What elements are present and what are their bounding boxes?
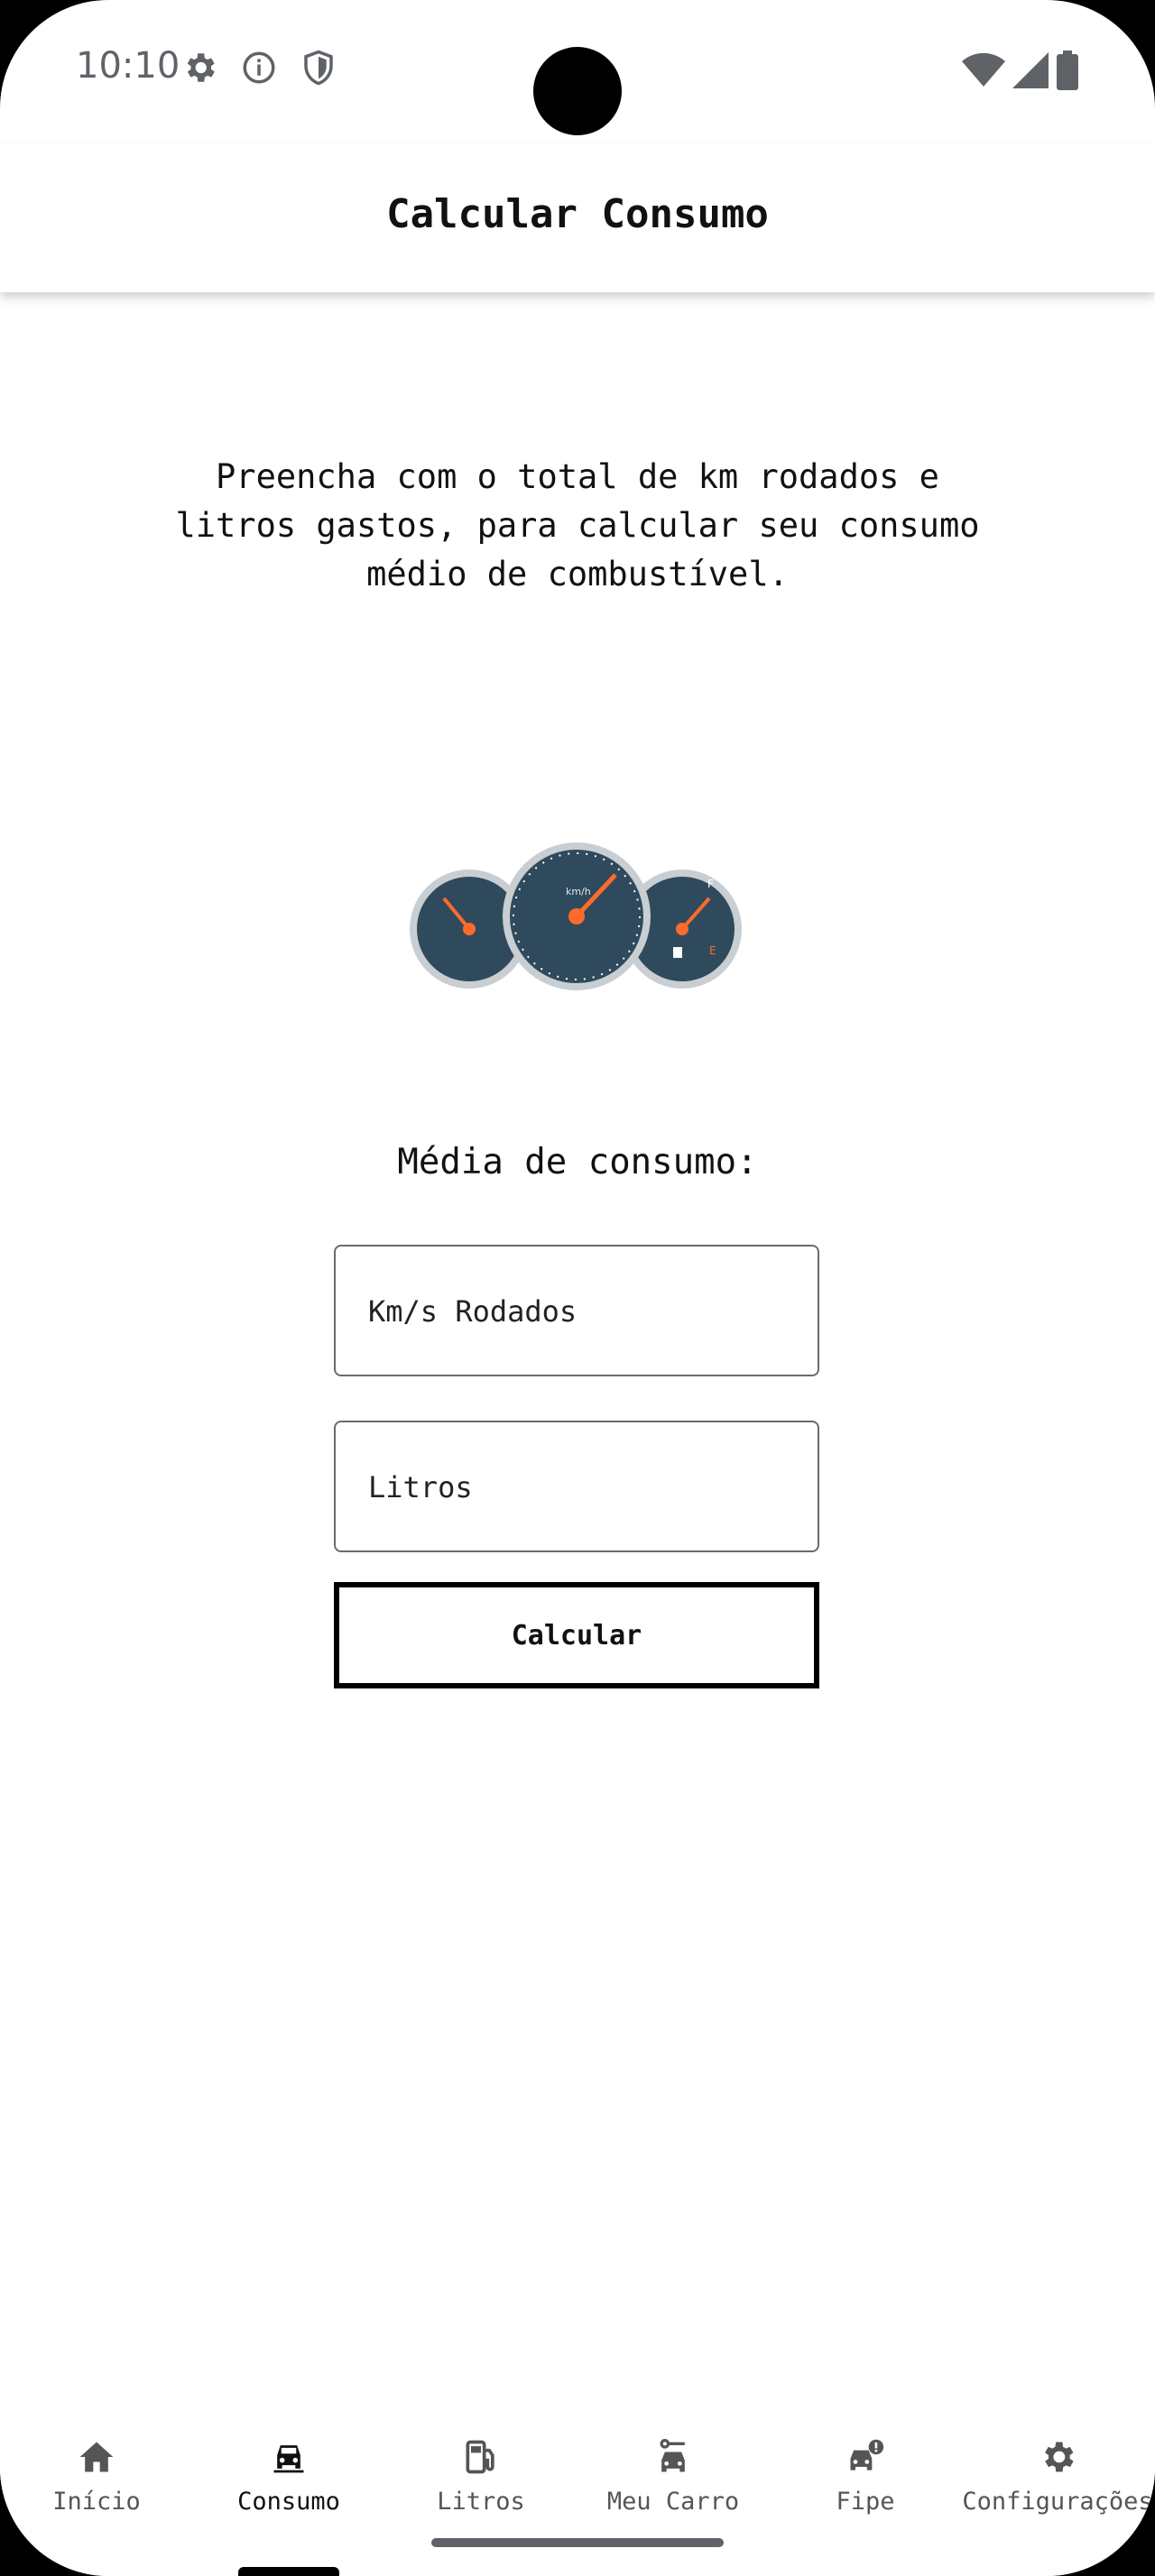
car-alert-icon — [850, 2439, 884, 2470]
litros-input[interactable] — [366, 1422, 785, 1552]
system-icons — [962, 51, 1079, 90]
km-field[interactable] — [334, 1245, 819, 1376]
settings-status-icon — [187, 53, 215, 82]
calcular-button[interactable]: Calcular — [334, 1582, 819, 1688]
nav-item-meu-carro[interactable]: Meu Carro — [577, 2417, 770, 2535]
gauge-unit: km/h — [566, 886, 591, 897]
litros-field[interactable] — [334, 1421, 819, 1552]
battery-icon — [1057, 51, 1078, 90]
active-tab-indicator — [238, 2567, 339, 2576]
car-settings-icon — [660, 2439, 685, 2472]
gauge-label-e: E — [709, 944, 716, 957]
gesture-bar[interactable] — [431, 2538, 724, 2547]
dashboard-gauges-icon: F E km/h — [410, 842, 742, 990]
app-bar: Calcular Consumo — [0, 144, 1155, 292]
nav-label-configuracoes: Configurações — [962, 2488, 1153, 2516]
shield-status-icon — [304, 50, 333, 86]
status-time: 10:10 — [76, 45, 180, 87]
car-icon — [273, 2445, 304, 2473]
nav-item-fipe[interactable]: Fipe — [769, 2417, 962, 2535]
fuel-pump-icon — [466, 2440, 494, 2474]
nav-item-consumo[interactable]: Consumo — [192, 2417, 385, 2535]
info-status-icon — [243, 51, 275, 84]
nav-item-inicio[interactable]: Início — [0, 2417, 193, 2535]
status-bar: 10:10 — [0, 0, 1155, 144]
media-consumo-label: Média de consumo: — [397, 1142, 758, 1182]
bottom-navigation: Início Consumo Litros Meu Carro Fipe Con… — [0, 2417, 1155, 2576]
gear-icon — [1045, 2442, 1074, 2472]
nav-item-litros[interactable]: Litros — [384, 2417, 578, 2535]
app-screen: 10:10 Calcular Consumo Preencha com o to… — [0, 0, 1155, 2576]
page-title: Calcular Consumo — [386, 191, 769, 237]
gauge-label-f: F — [707, 878, 714, 890]
intro-text: Preencha com o total de km rodados e lit… — [175, 457, 980, 593]
wifi-icon — [962, 52, 1005, 87]
camera-cutout — [533, 47, 622, 135]
home-icon — [79, 2442, 114, 2472]
km-input[interactable] — [366, 1247, 785, 1376]
signal-icon — [1012, 52, 1049, 88]
nav-item-configuracoes[interactable]: Configurações — [961, 2417, 1154, 2535]
